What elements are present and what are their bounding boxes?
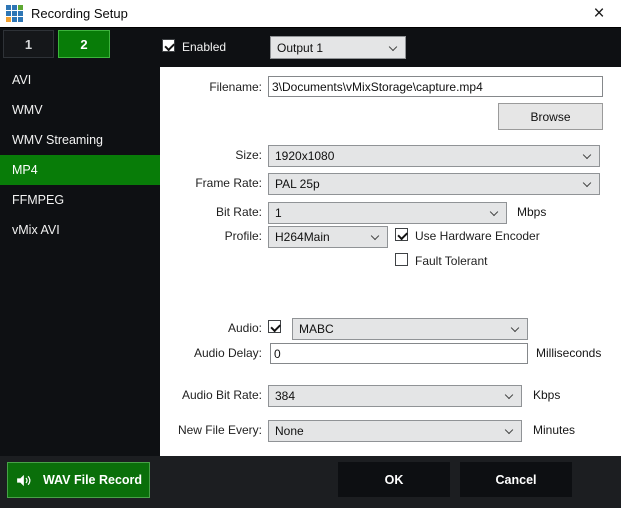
ok-button[interactable]: OK — [338, 462, 450, 497]
filename-input[interactable] — [268, 76, 603, 97]
enabled-checkbox[interactable] — [162, 39, 175, 52]
sidebar-item-label: WMV — [12, 103, 43, 117]
sidebar-item-label: MP4 — [12, 163, 38, 177]
sidebar-item-mp4[interactable]: MP4 — [0, 155, 160, 185]
cancel-button[interactable]: Cancel — [460, 462, 572, 497]
bit-rate-label: Bit Rate: — [160, 205, 262, 219]
profile-label: Profile: — [160, 229, 262, 243]
chevron-down-icon — [583, 151, 591, 159]
close-icon[interactable]: × — [577, 0, 621, 27]
sidebar-item-wmv-streaming[interactable]: WMV Streaming — [0, 125, 160, 155]
fault-tolerant-label: Fault Tolerant — [415, 254, 488, 268]
audio-bit-rate-unit: Kbps — [533, 388, 560, 402]
new-file-every-unit: Minutes — [533, 423, 575, 437]
sidebar-item-label: WMV Streaming — [12, 133, 103, 147]
sidebar-item-label: AVI — [12, 73, 31, 87]
bit-rate-select[interactable]: 1 — [268, 202, 507, 224]
output-select-value: Output 1 — [277, 41, 323, 55]
sidebar-item-avi[interactable]: AVI — [0, 65, 160, 95]
bit-rate-unit: Mbps — [517, 205, 546, 219]
footer-bar: WAV File Record OK Cancel — [0, 456, 621, 508]
chevron-down-icon — [505, 391, 513, 399]
new-file-every-select[interactable]: None — [268, 420, 522, 442]
vmix-logo-icon — [6, 5, 23, 22]
titlebar: Recording Setup × — [0, 0, 621, 28]
recording-setup-dialog: Recording Setup × 1 2 Enabled Output 1 A… — [0, 0, 621, 508]
filename-label: Filename: — [160, 80, 262, 94]
audio-bit-rate-label: Audio Bit Rate: — [160, 388, 262, 402]
audio-bit-rate-select[interactable]: 384 — [268, 385, 522, 407]
frame-rate-select[interactable]: PAL 25p — [268, 173, 600, 195]
sidebar-item-label: FFMPEG — [12, 193, 64, 207]
size-select[interactable]: 1920x1080 — [268, 145, 600, 167]
settings-panel: Filename: Browse Size: 1920x1080 Frame R… — [160, 67, 621, 456]
bit-rate-select-value: 1 — [275, 206, 282, 220]
new-file-every-select-value: None — [275, 424, 304, 438]
chevron-down-icon — [511, 324, 519, 332]
profile-select-value: H264Main — [275, 230, 330, 244]
chevron-down-icon — [490, 208, 498, 216]
sidebar-item-ffmpeg[interactable]: FFMPEG — [0, 185, 160, 215]
window-title: Recording Setup — [31, 6, 128, 21]
size-select-value: 1920x1080 — [275, 149, 334, 163]
fault-tolerant-checkbox[interactable] — [395, 253, 408, 266]
audio-delay-label: Audio Delay: — [160, 346, 262, 360]
profile-select[interactable]: H264Main — [268, 226, 388, 248]
new-file-every-label: New File Every: — [160, 423, 262, 437]
audio-label: Audio: — [160, 321, 262, 335]
speaker-icon — [15, 472, 32, 489]
enabled-label: Enabled — [182, 40, 226, 54]
tab-output-1[interactable]: 1 — [3, 30, 54, 58]
chevron-down-icon — [505, 426, 513, 434]
sidebar-item-vmix-avi[interactable]: vMix AVI — [0, 215, 160, 245]
format-sidebar: AVI WMV WMV Streaming MP4 FFMPEG vMix AV… — [0, 65, 160, 245]
frame-rate-select-value: PAL 25p — [275, 177, 320, 191]
sidebar-item-wmv[interactable]: WMV — [0, 95, 160, 125]
wav-file-record-label: WAV File Record — [43, 473, 142, 487]
browse-button[interactable]: Browse — [498, 103, 603, 130]
audio-select-value: MABC — [299, 322, 334, 336]
audio-delay-unit: Milliseconds — [536, 346, 601, 360]
audio-checkbox[interactable] — [268, 320, 281, 333]
chevron-down-icon — [389, 42, 397, 50]
audio-bit-rate-select-value: 384 — [275, 389, 295, 403]
audio-delay-input[interactable] — [270, 343, 528, 364]
use-hardware-encoder-label: Use Hardware Encoder — [415, 229, 540, 243]
chevron-down-icon — [583, 179, 591, 187]
frame-rate-label: Frame Rate: — [160, 176, 262, 190]
use-hardware-encoder-checkbox[interactable] — [395, 228, 408, 241]
sidebar-item-label: vMix AVI — [12, 223, 60, 237]
audio-select[interactable]: MABC — [292, 318, 528, 340]
wav-file-record-button[interactable]: WAV File Record — [7, 462, 150, 498]
tab-output-2[interactable]: 2 — [58, 30, 110, 58]
size-label: Size: — [160, 148, 262, 162]
chevron-down-icon — [371, 232, 379, 240]
output-select[interactable]: Output 1 — [270, 36, 406, 59]
